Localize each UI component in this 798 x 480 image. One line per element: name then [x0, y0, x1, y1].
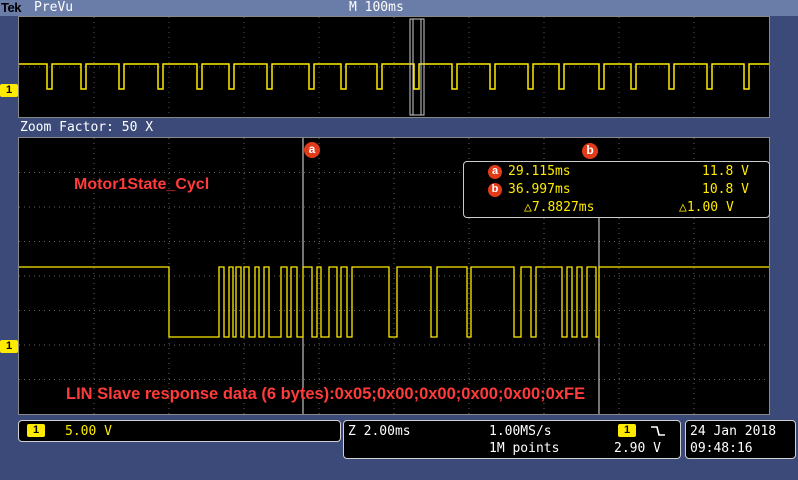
delta-time: △7.8827ms	[524, 200, 595, 215]
cursor-b-time: 36.997ms	[508, 182, 571, 197]
ch1-scale-value: 5.00 V	[65, 424, 112, 439]
falling-edge-icon	[651, 426, 665, 436]
date-time-box: 24 Jan 2018 09:48:16	[685, 420, 796, 459]
channel-scale-box[interactable]: 1 5.00 V	[18, 420, 341, 442]
zoom-trace	[19, 266, 769, 338]
sample-rate: 1.00MS/s	[489, 424, 552, 439]
cursor-a-tag[interactable]: a	[304, 142, 320, 158]
timebase-trigger-box[interactable]: Z 2.00ms 1.00MS/s 1M points 1 2.90 V	[343, 420, 681, 459]
cursor-a-volt: 11.8 V	[702, 164, 749, 179]
cursor-b-volt: 10.8 V	[702, 182, 749, 197]
acquisition-mode: PreVu	[34, 0, 74, 15]
readout-b-icon: b	[488, 183, 502, 197]
zoom-window-box[interactable]	[409, 18, 425, 116]
overview-window[interactable]	[18, 16, 770, 118]
ch1-zoom-marker[interactable]: 1	[0, 340, 18, 353]
readout-a-icon: a	[488, 165, 502, 179]
trigger-source-marker: 1	[618, 424, 636, 437]
overview-waveform	[19, 17, 769, 117]
main-timebase: M 100ms	[349, 0, 404, 15]
response-data-annotation: LIN Slave response data (6 bytes):0x05;0…	[66, 385, 586, 403]
frame-name-annotation: Motor1State_Cycl	[74, 176, 210, 193]
zoom-timebase: Z 2.00ms	[348, 424, 411, 439]
time: 09:48:16	[690, 441, 753, 456]
trigger-level: 2.90 V	[614, 441, 661, 456]
cursor-readout-panel: a 29.115ms 11.8 V b 36.997ms 10.8 V △7.8…	[463, 161, 770, 218]
cursor-b-tag[interactable]: b	[582, 143, 598, 159]
delta-volt: △1.00 V	[679, 200, 734, 215]
record-length: 1M points	[489, 441, 560, 456]
ch1-scale-marker: 1	[27, 424, 45, 437]
zoom-factor-label: Zoom Factor: 50 X	[20, 120, 154, 135]
brand-logo: Tek	[1, 0, 21, 15]
ch1-overview-marker[interactable]: 1	[0, 84, 18, 97]
cursor-a-time: 29.115ms	[508, 164, 571, 179]
date: 24 Jan 2018	[690, 424, 777, 439]
